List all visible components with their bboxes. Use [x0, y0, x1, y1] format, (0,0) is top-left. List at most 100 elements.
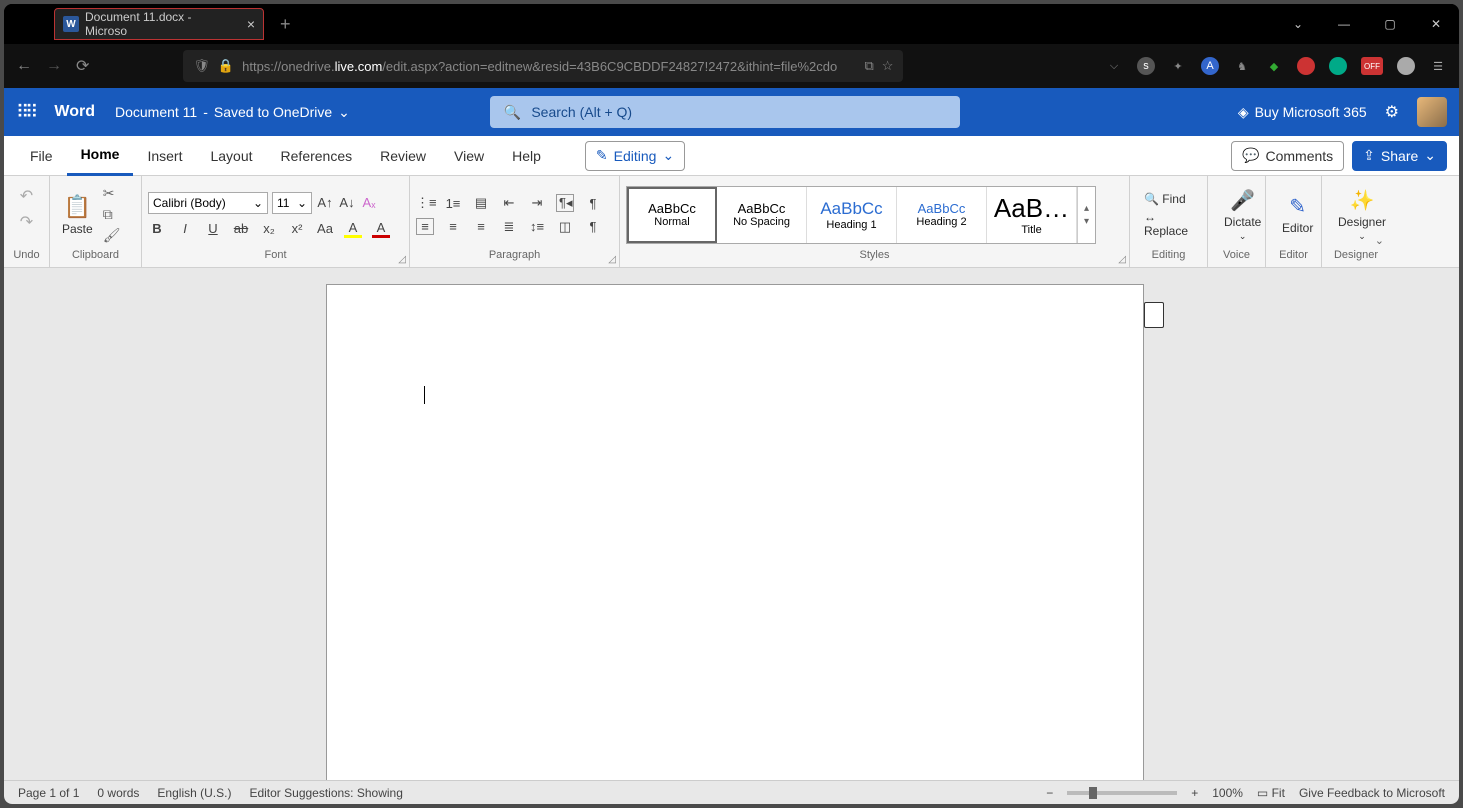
font-color-button[interactable]: A	[372, 220, 390, 238]
document-page[interactable]	[326, 284, 1144, 780]
find-button[interactable]: 🔍 Find	[1144, 192, 1193, 206]
address-bar[interactable]: 🛡 🔒 https://onedrive.live.com/edit.aspx?…	[183, 50, 903, 82]
hamburger-menu-icon[interactable]: ☰	[1429, 57, 1447, 75]
font-name-select[interactable]: Calibri (Body)⌄	[148, 192, 268, 214]
justify-button[interactable]: ≣	[500, 219, 518, 235]
ext-icon-1[interactable]: s	[1137, 57, 1155, 75]
style-heading-2[interactable]: AaBbCc Heading 2	[897, 187, 987, 243]
bookmark-icon[interactable]: ☆	[882, 58, 894, 74]
search-input[interactable]: 🔍 Search (Alt + Q)	[490, 96, 960, 128]
close-tab-icon[interactable]: ×	[247, 16, 255, 32]
collapse-ribbon-icon[interactable]: ⌄	[1375, 234, 1384, 247]
subscript-button[interactable]: x₂	[260, 221, 278, 236]
change-case-button[interactable]: Aa	[316, 221, 334, 236]
app-launcher-icon[interactable]: ⠿⠿	[16, 102, 34, 123]
align-center-button[interactable]: ≡	[444, 219, 462, 234]
line-spacing-button[interactable]: ↕≡	[528, 219, 546, 234]
fit-button[interactable]: ▭ Fit	[1257, 786, 1285, 800]
format-painter-button[interactable]: 🖌	[103, 227, 121, 244]
redo-button[interactable]: ↷	[20, 212, 33, 232]
page-count[interactable]: Page 1 of 1	[18, 786, 79, 800]
style-no-spacing[interactable]: AaBbCc No Spacing	[717, 187, 807, 243]
strikethrough-button[interactable]: ab	[232, 221, 250, 236]
indent-decrease-button[interactable]: ⇤	[500, 195, 518, 211]
shading-button[interactable]: ◫	[556, 219, 574, 235]
styles-expand[interactable]: ▴▾	[1077, 187, 1095, 243]
zoom-level[interactable]: 100%	[1212, 786, 1243, 800]
tabs-dropdown-icon[interactable]: ⌄	[1275, 4, 1321, 44]
ext-icon-6[interactable]	[1297, 57, 1315, 75]
highlight-button[interactable]: A	[344, 220, 362, 238]
side-panel-handle[interactable]	[1144, 302, 1164, 328]
undo-button[interactable]: ↶	[20, 186, 33, 206]
translate-icon[interactable]: ⧉	[864, 58, 873, 74]
style-title[interactable]: AaB… Title	[987, 187, 1077, 243]
browser-tab[interactable]: W Document 11.docx - Microso ×	[54, 8, 264, 40]
indent-increase-button[interactable]: ⇥	[528, 195, 546, 211]
ext-icon-4[interactable]: ♞	[1233, 57, 1251, 75]
ext-icon-5[interactable]: ◆	[1265, 57, 1283, 75]
ext-icon-3[interactable]: A	[1201, 57, 1219, 75]
zoom-slider[interactable]	[1067, 791, 1177, 795]
grow-font-icon[interactable]: A↑	[316, 195, 334, 210]
tab-insert[interactable]: Insert	[133, 136, 196, 176]
tab-review[interactable]: Review	[366, 136, 440, 176]
align-right-button[interactable]: ≡	[472, 219, 490, 234]
tab-view[interactable]: View	[440, 136, 498, 176]
editor-suggestions[interactable]: Editor Suggestions: Showing	[249, 786, 402, 800]
bullets-button[interactable]: ⋮≡	[416, 195, 434, 211]
new-tab-button[interactable]: +	[280, 14, 291, 35]
minimize-button[interactable]: —	[1321, 4, 1367, 44]
chevron-down-icon[interactable]: ⌄	[338, 104, 350, 121]
document-title[interactable]: Document 11 - Saved to OneDrive ⌄	[115, 104, 350, 121]
forward-button[interactable]: →	[46, 57, 62, 75]
editing-mode-button[interactable]: ✎ Editing ⌄	[585, 141, 685, 171]
styles-dialog-launcher[interactable]: ◿	[1118, 254, 1126, 265]
tab-file[interactable]: File	[16, 136, 67, 176]
italic-button[interactable]: I	[176, 221, 194, 236]
tab-layout[interactable]: Layout	[196, 136, 266, 176]
comments-button[interactable]: 💬 Comments	[1231, 141, 1344, 171]
multilevel-button[interactable]: ▤	[472, 195, 490, 211]
copy-button[interactable]: ⧉	[103, 206, 121, 223]
font-dialog-launcher[interactable]: ◿	[398, 254, 406, 265]
ext-icon-8[interactable]: OFF	[1361, 57, 1383, 75]
ext-icon-7[interactable]	[1329, 57, 1347, 75]
buy-microsoft-365[interactable]: ◈ Buy Microsoft 365	[1238, 104, 1367, 121]
avatar[interactable]	[1417, 97, 1447, 127]
close-window-button[interactable]: ✕	[1413, 4, 1459, 44]
editor-button[interactable]: ✎ Editor	[1272, 192, 1323, 237]
maximize-button[interactable]: ▢	[1367, 4, 1413, 44]
clear-format-icon[interactable]: Aₓ	[360, 195, 378, 210]
paste-button[interactable]: 📋 Paste	[56, 192, 99, 238]
paragraph-dialog-launcher[interactable]: ◿	[608, 254, 616, 265]
ext-icon-9[interactable]	[1397, 57, 1415, 75]
document-canvas[interactable]	[4, 268, 1459, 780]
share-button[interactable]: ⇪ Share ⌄	[1352, 141, 1447, 171]
word-count[interactable]: 0 words	[97, 786, 139, 800]
paragraph-mark-button[interactable]: ¶	[584, 219, 602, 234]
zoom-out-button[interactable]: −	[1046, 786, 1053, 800]
settings-icon[interactable]: ⚙	[1385, 102, 1399, 122]
tab-home[interactable]: Home	[67, 136, 134, 176]
shrink-font-icon[interactable]: A↓	[338, 195, 356, 210]
align-left-button[interactable]: ≡	[416, 218, 434, 235]
pocket-icon[interactable]: ⌵	[1105, 57, 1123, 75]
style-heading-1[interactable]: AaBbCc Heading 1	[807, 187, 897, 243]
cut-button[interactable]: ✂	[103, 185, 121, 202]
tab-help[interactable]: Help	[498, 136, 555, 176]
zoom-in-button[interactable]: +	[1191, 786, 1198, 800]
reload-button[interactable]: ⟳	[76, 56, 89, 76]
back-button[interactable]: ←	[16, 57, 32, 75]
designer-button[interactable]: ✨ Designer⌄	[1328, 186, 1396, 244]
replace-button[interactable]: ↔ Replace	[1144, 210, 1193, 238]
dictate-button[interactable]: 🎤 Dictate⌄	[1214, 186, 1271, 244]
text-direction-button[interactable]: ¶◂	[556, 194, 574, 212]
bold-button[interactable]: B	[148, 221, 166, 236]
superscript-button[interactable]: x²	[288, 221, 306, 236]
ext-icon-2[interactable]: ✦	[1169, 57, 1187, 75]
tab-references[interactable]: References	[267, 136, 367, 176]
style-normal[interactable]: AaBbCc Normal	[627, 187, 717, 243]
numbering-button[interactable]: 1≡	[444, 196, 462, 211]
language[interactable]: English (U.S.)	[157, 786, 231, 800]
